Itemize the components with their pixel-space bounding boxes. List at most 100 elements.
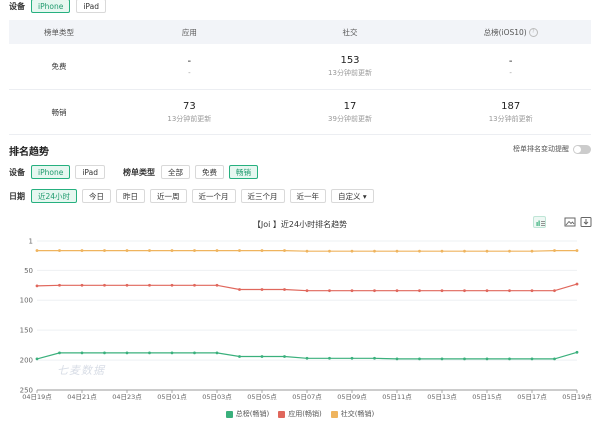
y-tick-label: 50 [24,267,33,275]
data-point [350,249,354,253]
data-point [215,351,219,355]
data-point [283,249,286,252]
data-point [35,284,39,288]
data-point [485,289,489,293]
data-point [508,249,511,253]
data-point [58,249,61,252]
data-point [305,356,309,360]
x-tick-label: 05日05点 [247,393,277,401]
data-point [575,249,579,252]
data-point [260,288,264,291]
legend-swatch [330,410,338,418]
data-point [328,289,331,293]
data-point [440,249,444,253]
data-point [103,249,106,252]
y-tick-label: 150 [20,327,33,335]
y-tick-label: 1 [29,238,33,246]
legend-item-overall[interactable]: 总榜(畅销) [225,409,270,419]
data-point [283,288,286,291]
data-point [463,249,466,253]
data-point [125,351,129,355]
legend-item-social[interactable]: 社交(畅销) [330,409,375,419]
data-point [508,357,511,361]
data-point [553,289,556,293]
data-point [575,282,579,286]
data-point [305,289,309,293]
data-point [373,249,376,253]
data-point [350,356,354,360]
data-point [148,249,151,252]
data-point [125,283,129,287]
x-tick-label: 04日21点 [67,393,97,401]
data-point [80,249,84,252]
data-point [395,289,399,293]
data-point [283,355,286,358]
data-point [418,289,421,293]
data-point [125,249,129,252]
legend-label: 应用(畅销) [288,410,322,418]
data-point [328,356,331,360]
data-point [193,249,196,252]
data-point [530,289,534,293]
data-point [193,351,196,355]
data-point [193,283,196,287]
data-point [238,249,241,252]
data-point [80,351,84,355]
data-point [485,249,489,253]
data-point [553,249,556,252]
data-point [575,350,579,354]
data-point [373,289,376,293]
y-tick-label: 100 [20,297,33,305]
data-point [103,351,106,355]
x-tick-label: 04日23点 [112,393,142,401]
data-point [260,249,264,252]
data-point [170,249,174,252]
data-point [260,355,264,358]
data-point [305,249,309,253]
data-point [485,357,489,361]
data-point [80,283,84,287]
data-point [215,283,219,287]
data-point [328,249,331,253]
data-point [440,357,444,361]
chart-legend: 总榜(畅销) 应用(畅销) 社交(畅销) [0,409,600,419]
x-tick-label: 05日07点 [292,393,322,401]
x-tick-label: 05日01点 [157,393,187,401]
data-point [170,283,174,287]
data-point [148,351,151,355]
data-point [530,249,534,253]
data-point [103,283,106,287]
data-point [463,357,466,361]
data-point [215,249,219,252]
data-point [350,289,354,293]
x-tick-label: 05日03点 [202,393,232,401]
x-tick-label: 05日19点 [562,393,592,401]
legend-swatch [225,410,233,418]
x-tick-label: 05日15点 [472,393,502,401]
data-point [238,355,241,358]
legend-label: 社交(畅销) [340,410,375,418]
data-point [553,357,556,361]
data-point [440,289,444,293]
data-point [238,288,241,291]
x-tick-label: 05日11点 [382,393,412,401]
data-point [463,289,466,293]
data-point [418,249,421,253]
legend-label: 总榜(畅销) [235,410,270,418]
data-point [170,351,174,355]
x-tick-label: 05日09点 [337,393,367,401]
data-point [373,356,376,360]
data-point [58,351,61,355]
data-point [530,357,534,361]
data-point [508,289,511,293]
rank-trend-chart: 15010015020025004日19点 04日21点 04日23点 05日01点 0… [20,238,593,402]
data-point [395,249,399,253]
data-point [418,357,421,361]
legend-swatch [278,410,286,418]
data-point [395,357,399,361]
x-tick-label: 05日17点 [517,393,547,401]
data-point [35,249,39,252]
data-point [58,283,61,287]
x-tick-label: 04日19点 [22,393,52,401]
legend-item-app[interactable]: 应用(畅销) [278,409,322,419]
